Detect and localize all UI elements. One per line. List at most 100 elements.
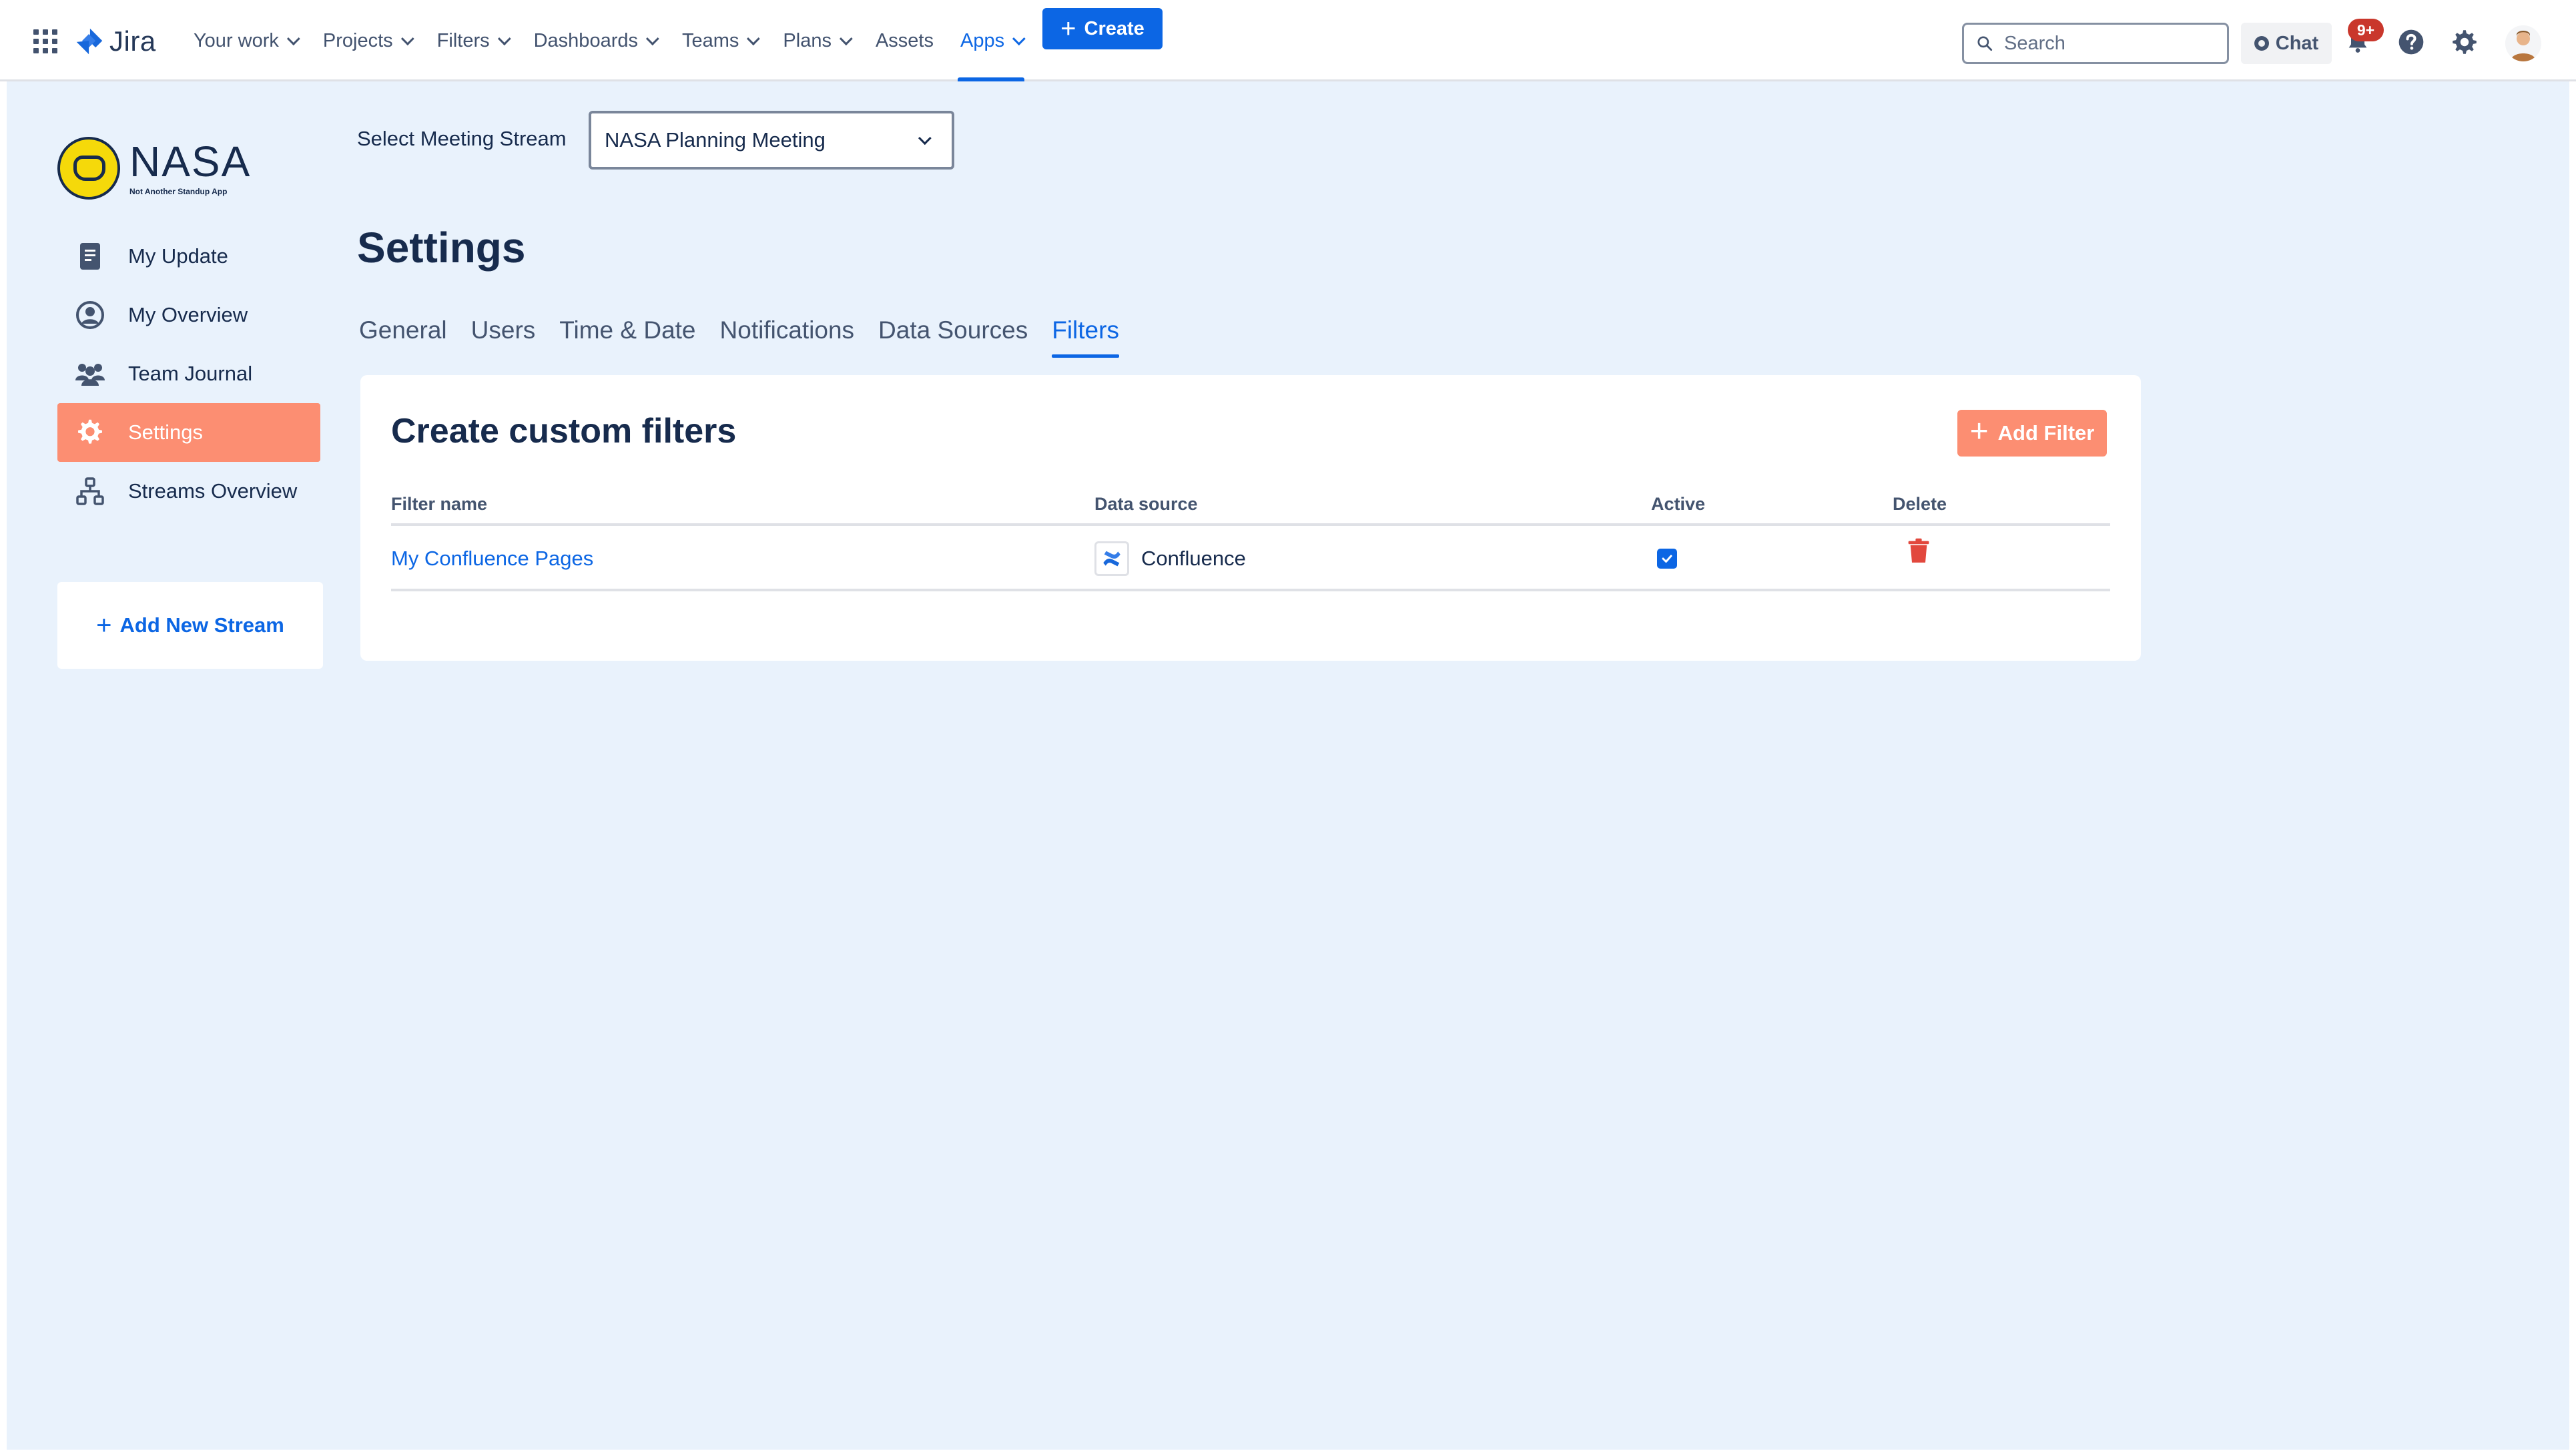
nav-label: Apps (960, 29, 1005, 51)
nasa-brand-logo: NASA Not Another Standup App (57, 137, 251, 200)
add-stream-label: Add New Stream (119, 613, 284, 637)
stream-select-value: NASA Planning Meeting (605, 128, 826, 152)
plus-icon: + (96, 611, 112, 640)
main-content-area (7, 81, 2569, 1450)
search-input[interactable]: Search (1962, 23, 2229, 64)
user-circle-icon (75, 300, 105, 330)
gear-icon (2453, 30, 2477, 54)
add-filter-label: Add Filter (1997, 421, 2095, 445)
sidebar-item-label: My Overview (128, 303, 248, 326)
create-label: Create (1084, 17, 1145, 39)
chat-button[interactable]: Chat (2241, 23, 2332, 64)
table-header: Filter name Data source Active Delete (391, 494, 2110, 526)
confluence-icon (1094, 541, 1129, 576)
nav-your-work[interactable]: Your work (194, 0, 300, 81)
document-icon (75, 241, 105, 272)
sidebar-item-my-update[interactable]: My Update (57, 227, 320, 286)
brand-name: NASA (129, 137, 252, 186)
jira-logo[interactable]: Jira (75, 25, 156, 57)
chevron-down-icon (645, 32, 659, 46)
nav-label: Plans (783, 29, 832, 51)
filter-name-link[interactable]: My Confluence Pages (391, 526, 593, 591)
filters-table: Filter name Data source Active Delete My… (391, 494, 2110, 591)
tab-data-sources[interactable]: Data Sources (878, 316, 1028, 360)
plus-icon: + (1060, 14, 1076, 43)
nav-label: Assets (875, 29, 934, 51)
tab-filters[interactable]: Filters (1052, 316, 1119, 360)
nav-label: Dashboards (533, 29, 638, 51)
nav-projects[interactable]: Projects (322, 0, 414, 81)
nav-label: Projects (322, 29, 393, 51)
active-checkbox[interactable] (1657, 526, 1677, 591)
sidebar-item-label: Streams Overview (128, 479, 298, 503)
settings-tabs: General Users Time & Date Notifications … (359, 316, 1119, 360)
meeting-stream-select[interactable]: NASA Planning Meeting (589, 111, 954, 170)
sidebar-item-settings[interactable]: Settings (57, 403, 320, 462)
nav-teams[interactable]: Teams (681, 0, 761, 81)
sidebar-item-streams-overview[interactable]: Streams Overview (57, 462, 320, 521)
notification-badge: 9+ (2348, 19, 2384, 41)
people-icon (75, 358, 105, 389)
brand-tagline: Not Another Standup App (129, 187, 228, 196)
data-source-cell: Confluence (1094, 526, 1246, 591)
table-row: My Confluence Pages Confluence (391, 526, 2110, 591)
filters-panel: Create custom filters + Add Filter Filte… (360, 375, 2141, 661)
trash-icon (1908, 538, 1929, 563)
create-button[interactable]: + Create (1042, 8, 1163, 49)
chevron-down-icon (918, 131, 932, 146)
nav-dashboards[interactable]: Dashboards (533, 0, 659, 81)
chevron-down-icon (1012, 32, 1026, 46)
chevron-down-icon (497, 32, 511, 46)
chevron-down-icon (747, 32, 761, 46)
add-filter-button[interactable]: + Add Filter (1957, 410, 2107, 457)
jira-wordmark: Jira (109, 25, 156, 57)
help-icon (2398, 29, 2424, 55)
settings-button[interactable] (2448, 25, 2481, 59)
app-switcher-icon[interactable] (33, 29, 57, 53)
profile-avatar-icon (2505, 25, 2541, 61)
sidebar-item-label: My Update (128, 244, 228, 268)
nav-apps[interactable]: Apps (957, 0, 1026, 81)
tab-notifications[interactable]: Notifications (720, 316, 855, 360)
chat-label: Chat (2275, 32, 2319, 54)
column-header-active: Active (1651, 494, 1706, 514)
chevron-down-icon (286, 32, 300, 46)
nav-label: Filters (436, 29, 490, 51)
delete-button[interactable] (1906, 526, 1931, 591)
search-placeholder: Search (2004, 32, 2065, 54)
hierarchy-icon (75, 476, 105, 507)
tab-users[interactable]: Users (471, 316, 536, 360)
jira-icon (76, 28, 103, 55)
chevron-down-icon (400, 32, 414, 46)
bottom-edge (0, 1450, 2576, 1455)
chat-icon (2254, 36, 2269, 51)
sidebar-item-team-journal[interactable]: Team Journal (57, 344, 320, 403)
column-header-filter-name: Filter name (391, 494, 488, 514)
sidebar-item-my-overview[interactable]: My Overview (57, 286, 320, 344)
user-avatar[interactable] (2505, 25, 2541, 61)
checkbox-checked-icon (1657, 549, 1677, 569)
sidebar-nav: My Update My Overview Team Journal Setti… (57, 227, 320, 521)
sidebar-item-label: Team Journal (128, 362, 253, 385)
nav-menu: Your work Projects Filters Dashboards Te… (194, 0, 1026, 81)
top-navigation: Jira Your work Projects Filters Dashboar… (0, 0, 2576, 81)
nav-label: Teams (681, 29, 739, 51)
tab-general[interactable]: General (359, 316, 447, 360)
column-header-data-source: Data source (1094, 494, 1198, 514)
nav-assets[interactable]: Assets (876, 0, 934, 81)
add-new-stream-button[interactable]: + Add New Stream (57, 582, 323, 669)
tab-time-date[interactable]: Time & Date (559, 316, 695, 360)
astronaut-helmet-icon (57, 137, 120, 200)
plus-icon: + (1969, 414, 1989, 449)
chevron-down-icon (839, 32, 853, 46)
help-button[interactable] (2394, 25, 2428, 59)
panel-title: Create custom filters (391, 412, 737, 451)
page-title: Settings (357, 224, 526, 272)
stream-select-label: Select Meeting Stream (357, 127, 567, 150)
nav-filters[interactable]: Filters (436, 0, 511, 81)
sidebar-item-label: Settings (128, 420, 204, 444)
gear-icon (75, 417, 105, 448)
search-icon (1977, 36, 1993, 51)
nav-plans[interactable]: Plans (783, 0, 853, 81)
nav-label: Your work (194, 29, 279, 51)
